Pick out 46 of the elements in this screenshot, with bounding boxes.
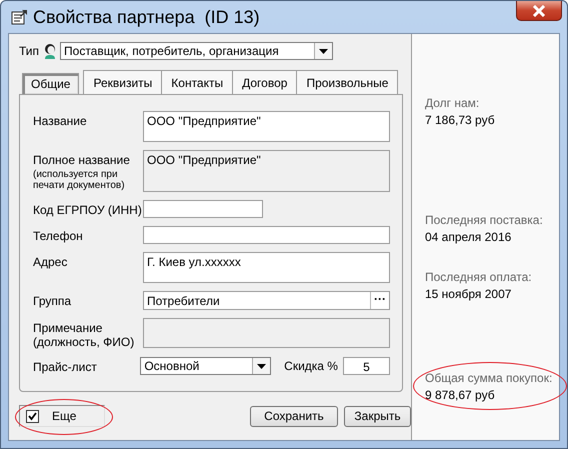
stat-label: Долг нам: — [425, 96, 480, 110]
field-label: Группа — [33, 294, 72, 308]
field-label: Код ЕГРПОУ (ИНН) — [33, 203, 143, 217]
tab[interactable]: Общие — [22, 73, 80, 94]
properties-icon — [11, 9, 29, 25]
field-note: (используется при печати документов) — [33, 169, 126, 191]
save-button[interactable]: Сохранить — [250, 406, 338, 426]
stat-value: 7 186,73 руб — [425, 113, 496, 127]
stat-label: Общая сумма покупок: — [425, 371, 554, 385]
close-dialog-button[interactable]: Закрыть — [344, 406, 411, 426]
browse-button[interactable]: ··· — [370, 292, 389, 309]
type-dropdown[interactable]: Поставщик, потребитель, организация — [60, 42, 334, 60]
stat-value: 04 апреля 2016 — [425, 230, 512, 244]
discount-label: Скидка % — [284, 359, 338, 373]
field-label: Примечание (должность, ФИО) — [33, 321, 136, 349]
input-field[interactable] — [143, 200, 263, 218]
input-field[interactable] — [143, 318, 390, 348]
input-field[interactable]: ООО "Предприятие" — [143, 150, 390, 192]
field-label: Прайс-лист — [33, 360, 98, 374]
checkbox[interactable] — [26, 410, 39, 422]
stat-value: 9 878,67 руб — [425, 388, 496, 402]
close-icon — [532, 4, 546, 16]
input-field[interactable]: Г. Киев ул.xxxxxx — [143, 252, 390, 283]
field-label: Название — [33, 114, 88, 128]
stat-value: 15 ноября 2007 — [425, 287, 512, 301]
input-field[interactable] — [143, 226, 390, 244]
price-list-dropdown[interactable]: Основной — [140, 357, 272, 375]
tab[interactable]: Реквизиты — [83, 70, 162, 94]
close-button[interactable] — [516, 1, 562, 21]
stat-label: Последняя поставка: — [425, 213, 544, 227]
tab[interactable]: Договор — [232, 70, 298, 94]
stat-label: Последняя оплата: — [425, 270, 533, 284]
tab[interactable]: Произвольные — [296, 70, 398, 94]
field-label: Телефон — [33, 229, 84, 243]
discount-field[interactable]: 5 — [342, 357, 390, 375]
person-icon — [43, 43, 58, 59]
more-toggle[interactable]: Еще — [19, 405, 105, 427]
field-label: Полное название — [33, 153, 131, 167]
caret-icon — [257, 364, 266, 368]
tab[interactable]: Контакты — [161, 70, 234, 94]
type-label: Тип — [19, 44, 40, 58]
field-label: Адрес — [33, 255, 68, 269]
window-title: Свойства партнера (ID 13) — [33, 6, 260, 28]
input-field[interactable]: ООО "Предприятие" — [143, 111, 390, 142]
caret-icon — [319, 48, 328, 54]
group-field[interactable]: Потребители ··· — [143, 291, 390, 310]
